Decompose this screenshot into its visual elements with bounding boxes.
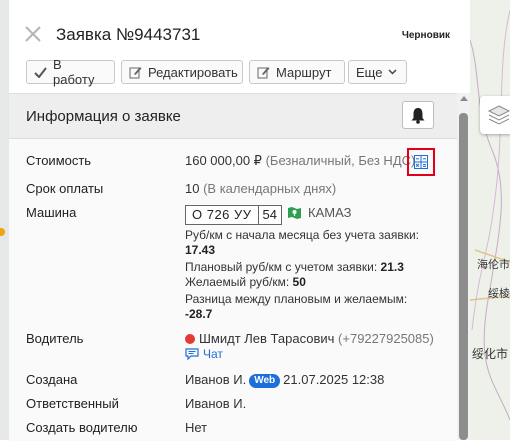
route-edit-icon <box>257 66 270 78</box>
more-dropdown-button[interactable]: Еще <box>348 60 407 84</box>
map-roads <box>470 9 510 421</box>
scrollbar[interactable] <box>457 93 470 440</box>
to-work-label: В работу <box>53 57 95 87</box>
notifications-button[interactable] <box>402 101 434 129</box>
created-at: 21.07.2025 12:38 <box>283 372 385 387</box>
responsible-value: Иванов И. <box>185 396 247 411</box>
edit-icon <box>129 66 142 78</box>
chat-icon <box>185 348 199 360</box>
plate-region: 54 <box>262 207 278 222</box>
metric-desired-rate-line: Желаемый руб/км: 50 <box>185 275 306 289</box>
driver-name[interactable]: Шмидт Лев Тарасович <box>199 331 334 346</box>
cost-calculator-button[interactable] <box>407 148 435 176</box>
cost-value-line: 160 000,00 ₽ (Безналичный, Без НДС) <box>185 153 415 169</box>
panel-header: Заявка №9443731 Черновик В работу Редакт… <box>9 0 470 93</box>
status-badge: Черновик <box>401 30 450 41</box>
payment-term-note: (В календарных днях) <box>203 181 337 196</box>
chevron-down-icon <box>388 69 397 75</box>
metric-desired-rate-value: 50 <box>292 275 306 289</box>
driver-phone: (+79227925085) <box>338 331 434 346</box>
cost-value: 160 000,00 ₽ <box>185 153 262 168</box>
route-label: Маршрут <box>276 64 332 80</box>
metric-planned-rate-line: Плановый руб/км с учетом заявки: 21.3 <box>185 260 404 274</box>
payment-term-value: 10 <box>185 181 200 196</box>
create-driver-label: Создать водителю <box>26 420 138 435</box>
edit-button[interactable]: Редактировать <box>121 60 243 84</box>
plate-number: О 726 УУ <box>186 206 259 224</box>
route-button[interactable]: Маршрут <box>249 60 345 84</box>
calculator-icon <box>414 155 428 169</box>
metric-desired-rate-text: Желаемый руб/км: <box>185 275 290 289</box>
payment-term-label: Срок оплаты <box>26 181 104 196</box>
driver-status-dot <box>185 334 195 344</box>
metric-difference-value: -28.7 <box>185 307 213 321</box>
close-icon[interactable] <box>23 24 43 44</box>
vehicle-brand-line: КАМАЗ <box>287 205 351 220</box>
layers-icon <box>487 105 510 125</box>
chat-link[interactable]: Чат <box>185 347 223 361</box>
map-label-city-2: 绥棱 <box>488 287 510 300</box>
check-icon <box>34 66 47 78</box>
to-work-button[interactable]: В работу <box>26 57 115 87</box>
metric-month-rate-text: Руб/км с начала месяца без учета заявки: <box>185 228 420 242</box>
vehicle-brand: КАМАЗ <box>308 205 352 220</box>
vehicle-label: Машина <box>26 205 77 220</box>
metric-planned-rate-text: Плановый руб/км с учетом заявки: <box>185 260 378 274</box>
created-label: Создана <box>26 372 78 387</box>
driver-label: Водитель <box>26 331 84 346</box>
responsible-label: Ответственный <box>26 396 119 411</box>
metric-planned-rate-value: 21.3 <box>380 260 404 274</box>
page-title: Заявка №9443731 <box>56 25 201 44</box>
left-panel-edge <box>0 0 9 440</box>
created-line: Иванов И. Web 21.07.2025 12:38 <box>185 372 384 388</box>
payment-term-line: 10 (В календарных днях) <box>185 181 336 196</box>
map-label-city-1: 海伦市 <box>477 258 510 271</box>
created-by: Иванов И. <box>185 372 247 387</box>
map-view[interactable]: 海伦市 绥棱 绥化市 <box>470 0 510 440</box>
edit-label: Редактировать <box>148 64 238 80</box>
section-header: Информация о заявке <box>9 94 457 139</box>
cost-label: Стоимость <box>26 153 92 168</box>
bell-icon <box>411 107 425 124</box>
license-plate: О 726 УУ 54 <box>185 205 283 225</box>
more-label: Еще <box>356 64 383 80</box>
web-source-badge: Web <box>249 374 281 388</box>
map-truck-icon <box>288 206 301 219</box>
driver-line[interactable]: Шмидт Лев Тарасович (+79227925085) <box>185 331 434 346</box>
create-driver-value: Нет <box>185 420 208 435</box>
chat-label[interactable]: Чат <box>203 347 223 361</box>
section-title: Информация о заявке <box>26 108 181 125</box>
metric-month-rate-value: 17.43 <box>185 243 216 257</box>
map-label-city-3: 绥化市 <box>472 347 509 361</box>
scrollbar-thumb[interactable] <box>459 113 468 440</box>
cost-note: (Безналичный, Без НДС) <box>265 153 416 168</box>
scroll-up-arrow[interactable] <box>460 96 468 101</box>
order-panel: Заявка №9443731 Черновик В работу Редакт… <box>9 0 470 441</box>
map-layers-button[interactable] <box>480 96 510 134</box>
metric-difference-text: Разница между плановым и желаемым: <box>185 292 408 306</box>
